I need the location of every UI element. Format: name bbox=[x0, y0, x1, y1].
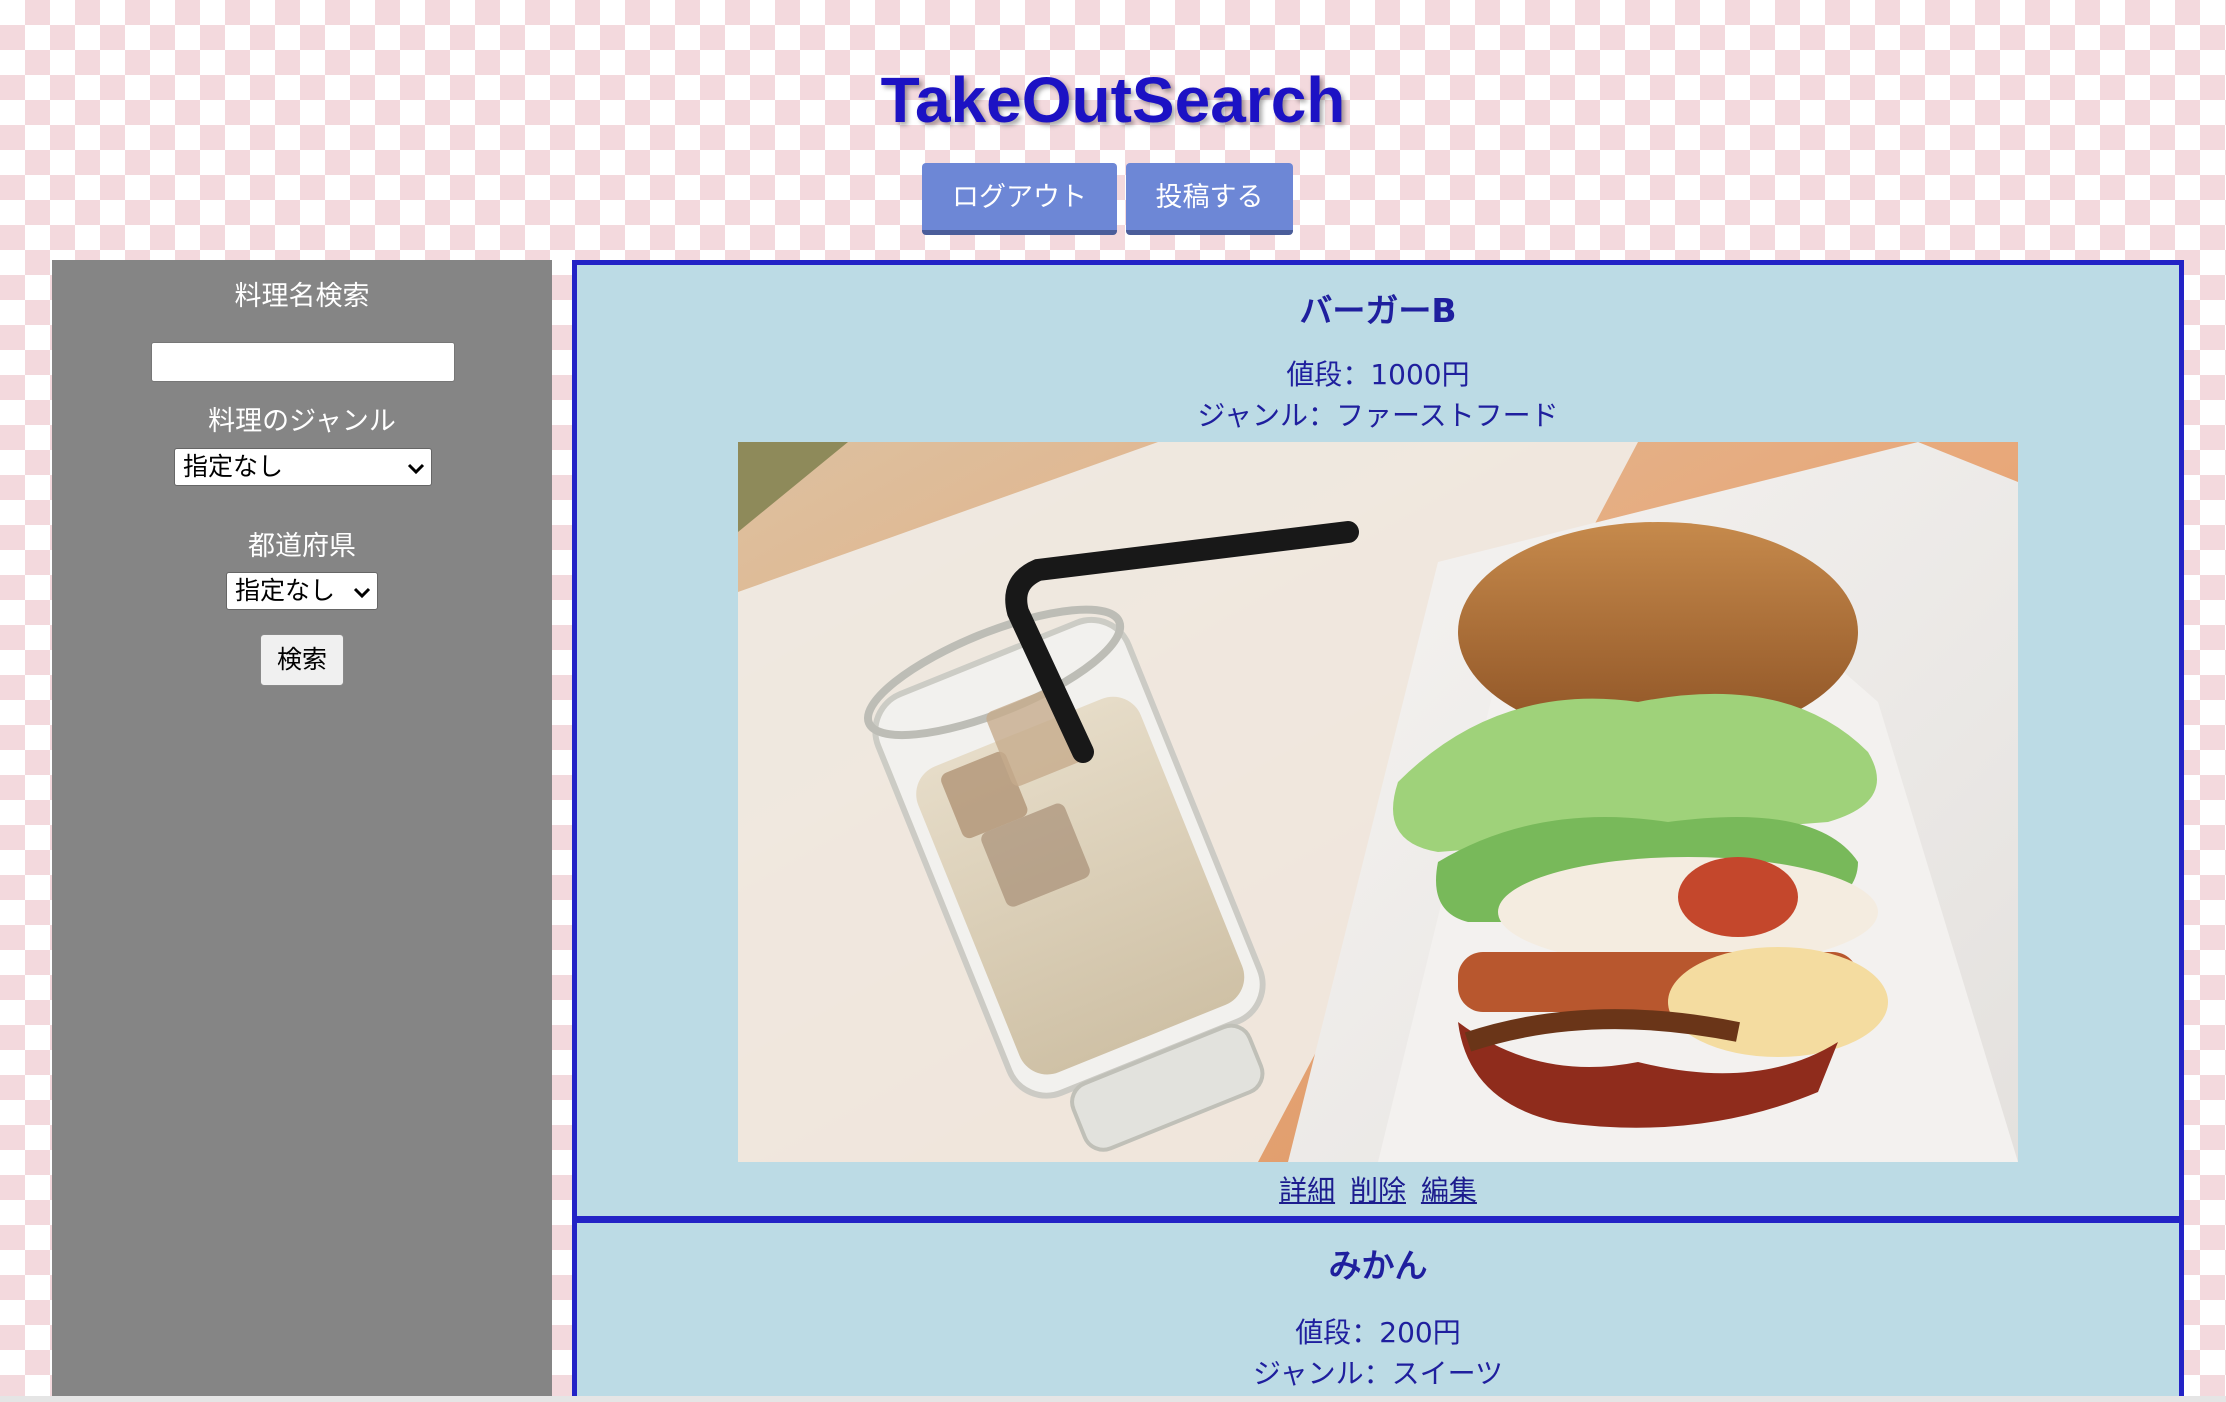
post-title: みかん bbox=[1328, 1246, 1428, 1285]
logout-button[interactable]: ログアウト bbox=[922, 163, 1117, 235]
post-action-links: 詳細 削除 編集 bbox=[577, 1173, 2179, 1209]
post-card: みかん 値段：200円 ジャンル：スイーツ bbox=[572, 1218, 2184, 1402]
post-genre: ジャンル：ファーストフード bbox=[1197, 399, 1559, 432]
dish-name-search-label: 料理名検索 bbox=[234, 281, 370, 312]
header-buttons: ログアウト 投稿する bbox=[922, 163, 1293, 235]
prefecture-selected-value: 指定なし bbox=[235, 576, 336, 605]
dish-genre-selected-value: 指定なし bbox=[183, 452, 284, 481]
post-card: バーガーB 値段：1000円 ジャンル：ファーストフード 詳細 削除 編集 bbox=[572, 260, 2184, 1221]
site-title: TakeOutSearch bbox=[880, 64, 1346, 136]
window-bottom-edge bbox=[0, 1396, 2226, 1402]
post-genre: ジャンル：スイーツ bbox=[1252, 1357, 1504, 1390]
chevron-down-icon bbox=[407, 449, 425, 485]
create-post-button[interactable]: 投稿する bbox=[1126, 163, 1293, 235]
post-price: 値段：1000円 bbox=[1286, 358, 1470, 391]
dish-name-search-input[interactable] bbox=[151, 342, 455, 382]
post-detail-link[interactable]: 詳細 bbox=[1279, 1174, 1335, 1207]
dish-genre-select[interactable]: 指定なし bbox=[174, 448, 432, 486]
post-delete-link[interactable]: 削除 bbox=[1350, 1174, 1406, 1207]
post-list: バーガーB 値段：1000円 ジャンル：ファーストフード 詳細 削除 編集 みか… bbox=[572, 260, 2184, 1402]
post-edit-link[interactable]: 編集 bbox=[1421, 1174, 1477, 1207]
search-sidebar: 料理名検索 料理のジャンル 指定なし 都道府県 指定なし 検索 bbox=[52, 260, 552, 1402]
dish-genre-label: 料理のジャンル bbox=[208, 406, 396, 437]
chevron-down-icon bbox=[353, 573, 371, 609]
prefecture-select[interactable]: 指定なし bbox=[226, 572, 378, 610]
prefecture-label: 都道府県 bbox=[248, 531, 356, 562]
post-price: 値段：200円 bbox=[1295, 1316, 1461, 1349]
search-button[interactable]: 検索 bbox=[260, 634, 344, 686]
post-photo bbox=[738, 442, 2018, 1162]
post-title: バーガーB bbox=[1299, 291, 1457, 330]
